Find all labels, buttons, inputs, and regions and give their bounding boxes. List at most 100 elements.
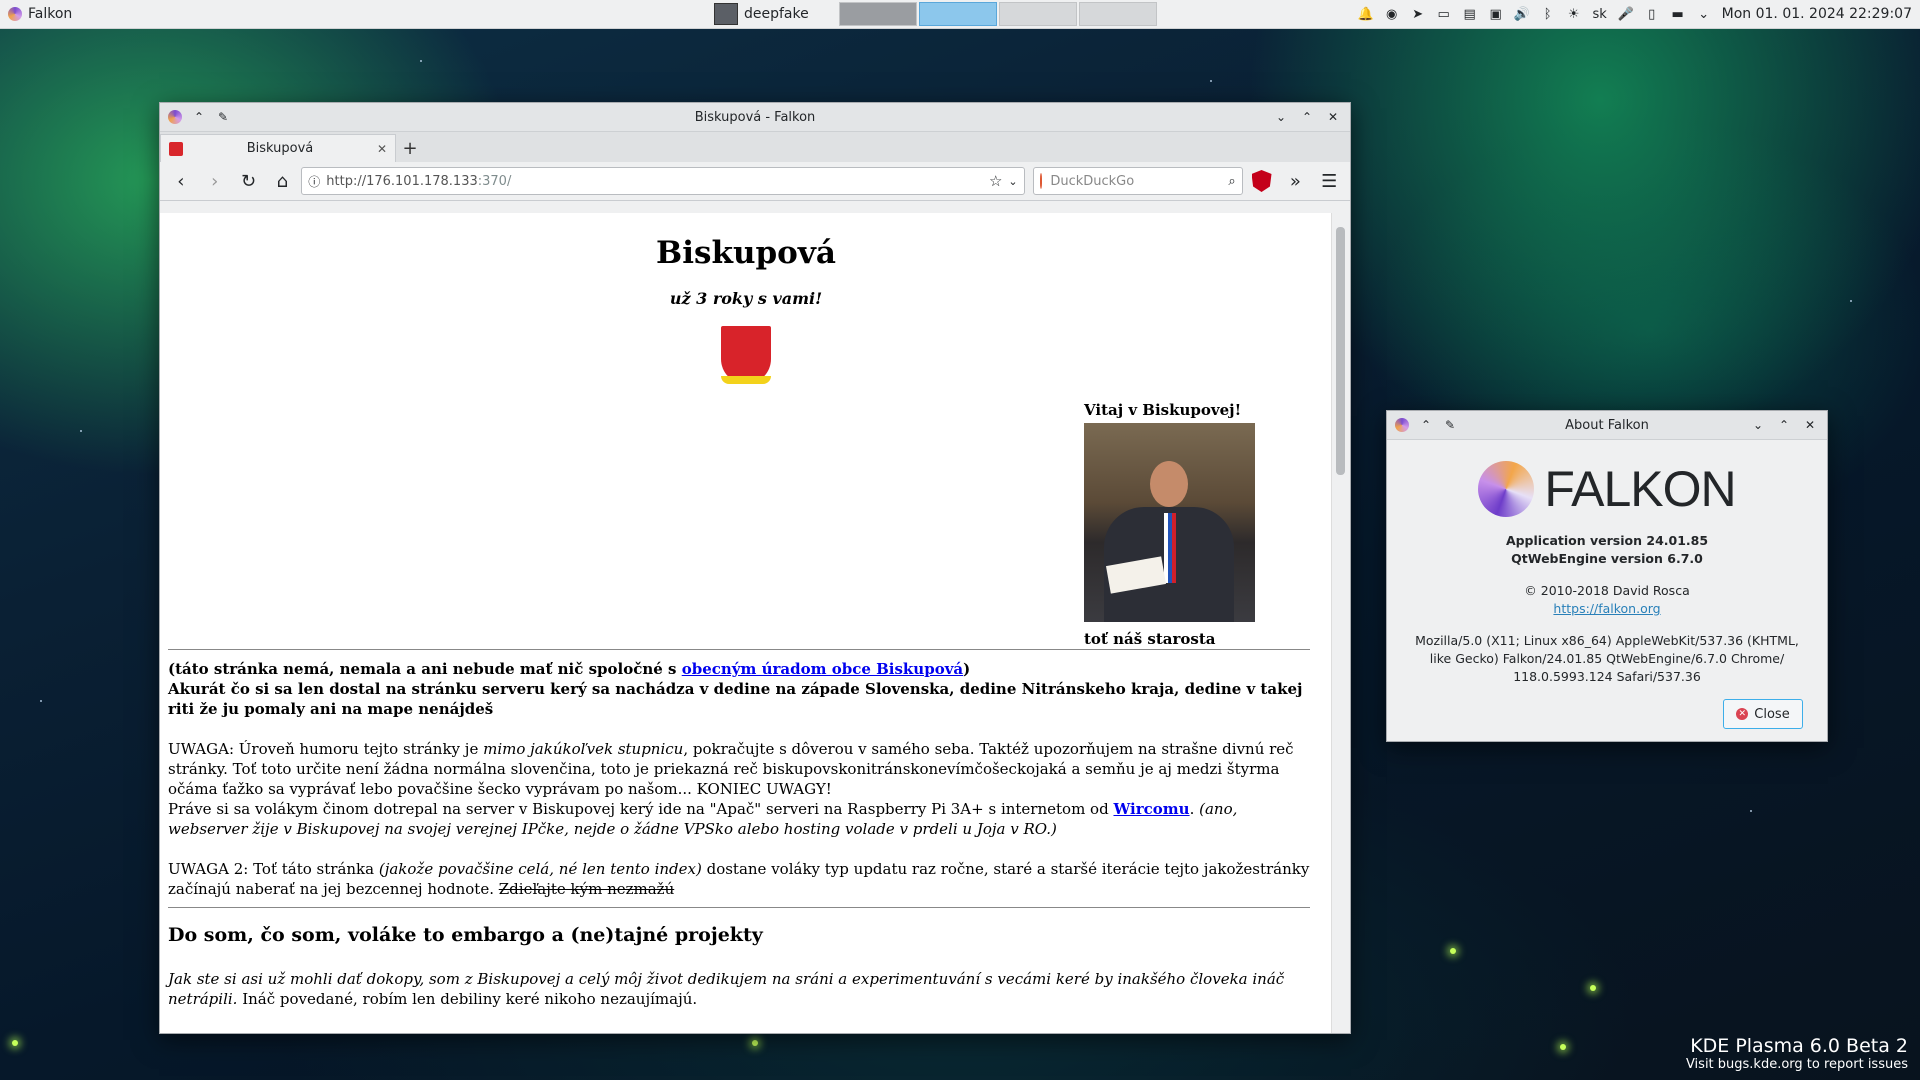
search-bar: ⌕ [1032,167,1243,195]
warning2-a: UWAGA 2: Toť táto stránka [168,860,379,878]
microphone-icon[interactable]: 🎤 [1618,6,1634,22]
section-heading: Do som, čo som, voláke to embargo a (ne)… [168,924,763,946]
toolbar-overflow-icon[interactable]: » [1280,166,1310,196]
welcome-heading: Vitaj v Biskupovej! [1084,401,1242,419]
pin-icon[interactable]: ✎ [1443,418,1457,432]
home-button[interactable]: ⌂ [267,166,297,196]
firefly [752,1040,758,1046]
mayor-box: Vitaj v Biskupovej! toť náš starosta [1084,401,1255,648]
warning-block: UWAGA: Úroveň humoru tejto stránky je mi… [168,739,1310,839]
volume-icon[interactable]: 🔊 [1514,6,1530,22]
warning2-block: UWAGA 2: Toť táto stránka (jakože povačš… [168,859,1310,899]
maximize-icon[interactable]: ⌃ [1777,418,1791,432]
minimize-icon[interactable]: ⌄ [1751,418,1765,432]
url-dropdown-icon[interactable]: ⌄ [1008,175,1017,188]
site-info-icon[interactable]: ⓘ [308,173,320,190]
new-tab-button[interactable]: + [396,134,424,162]
display-icon[interactable]: ▭ [1436,6,1452,22]
about-body: FALKON Application version 24.01.85 QtWe… [1387,440,1827,741]
tab-title: Biskupová [246,141,314,156]
bookmark-star-icon[interactable]: ☆ [989,172,1002,190]
close-icon[interactable]: ✕ [1326,110,1340,124]
firefly [1450,948,1456,954]
minimize-icon[interactable]: ⌄ [1274,110,1288,124]
virtual-desktop-pager [838,2,1157,26]
server-b: . [1189,800,1200,818]
desktop-3[interactable] [998,2,1077,26]
task-thumbnail-icon [714,3,738,25]
vertical-scrollbar[interactable] [1331,213,1350,1033]
game-controller-icon[interactable]: ◉ [1384,6,1400,22]
battery-icon[interactable]: ▬ [1670,6,1686,22]
mayor-photo [1084,423,1255,622]
telegram-icon[interactable]: ➤ [1410,6,1426,22]
falkon-icon [8,7,22,21]
scrollbar-thumb[interactable] [1336,227,1345,475]
desktop-1[interactable] [838,2,917,26]
close-label: Close [1754,706,1790,722]
duckduckgo-icon[interactable] [1039,173,1043,189]
wircom-link[interactable]: Wircomu [1113,800,1189,818]
user-agent: Mozilla/5.0 (X11; Linux x86_64) AppleWeb… [1415,633,1799,684]
desktop-4[interactable] [1078,2,1157,26]
divider [168,907,1310,908]
watermark-subtitle: Visit bugs.kde.org to report issues [1685,1057,1908,1072]
kde-connect-icon[interactable]: ▯ [1644,6,1660,22]
active-app[interactable]: Falkon [0,6,708,22]
divider [168,649,1310,650]
warning2-em: (jakože povačšine celá, né len tento ind… [378,860,702,878]
desktop-2[interactable] [918,2,997,26]
clipboard-icon[interactable]: ▤ [1462,6,1478,22]
back-button[interactable]: ‹ [166,166,196,196]
star [1750,810,1752,812]
search-icon[interactable]: ⌕ [1228,174,1235,189]
url-text[interactable]: http://176.101.178.133:370/ [326,174,983,189]
maximize-icon[interactable]: ⌃ [1300,110,1314,124]
mayor-caption: toť náš starosta [1084,630,1216,648]
section-text: Jak ste si asi už mohli dať dokopy, som … [168,969,1310,1009]
window-app-icon[interactable] [168,110,182,124]
browser-titlebar[interactable]: ⌃ ✎ Biskupová - Falkon ⌄ ⌃ ✕ [160,103,1350,132]
keyboard-layout[interactable]: sk [1592,6,1608,22]
search-input[interactable] [1048,172,1223,190]
reload-button[interactable]: ↻ [234,166,264,196]
ublock-icon[interactable] [1247,166,1277,196]
notifications-icon[interactable]: 🔔 [1358,6,1374,22]
window-title: Biskupová - Falkon [694,109,816,125]
tab-biskupova[interactable]: Biskupová ✕ [160,134,396,162]
section-text-rest: Ináč povedané, robím len debiliny keré n… [237,990,698,1008]
municipal-office-link[interactable]: obecným úradom obce Biskupová [682,660,963,678]
address-bar[interactable]: ⓘ http://176.101.178.133:370/ ☆ ⌄ [301,167,1025,195]
notice-line2: Akurát čo si sa len dostal na stránku se… [168,680,1303,718]
digital-clock[interactable]: Mon 01. 01. 2024 22:29:07 [1722,6,1912,22]
about-titlebar[interactable]: ⌃ ✎ About Falkon ⌄ ⌃ ✕ [1387,411,1827,440]
tab-bar: Biskupová ✕ + [160,132,1350,162]
star [40,700,42,702]
brightness-icon[interactable]: ☀ [1566,6,1582,22]
keep-above-icon[interactable]: ⌃ [192,110,206,124]
close-icon: ✕ [1736,708,1749,720]
falkon-logo-icon [1478,461,1535,517]
website-link[interactable]: https://falkon.org [1553,601,1660,616]
notice-prefix: (táto stránka nemá, nemala a ani nebude … [168,660,682,678]
main-menu-icon[interactable]: ☰ [1314,166,1344,196]
firefly [1590,985,1596,991]
tray-expand-icon[interactable]: ⌄ [1696,6,1712,22]
keep-above-icon[interactable]: ⌃ [1419,418,1433,432]
web-page: Biskupová už 3 roky s vami! Vitaj v Bisk… [160,213,1332,1033]
firefly [1560,1044,1566,1050]
pin-icon[interactable]: ✎ [216,110,230,124]
app-version: Application version 24.01.85 [1505,533,1709,548]
bluetooth-icon[interactable]: ᛒ [1540,6,1556,22]
system-tray: 🔔 ◉ ➤ ▭ ▤ ▣ 🔊 ᛒ ☀ sk 🎤 ▯ ▬ ⌄ Mon 01. 01.… [1358,6,1920,22]
disks-icon[interactable]: ▣ [1488,6,1504,22]
dialog-app-icon[interactable] [1395,418,1409,432]
close-icon[interactable]: ✕ [1803,418,1817,432]
task-deepfake[interactable]: deepfake [708,3,815,25]
forward-button[interactable]: › [200,166,230,196]
task-label: deepfake [744,6,809,22]
firefly [12,1040,18,1046]
tab-close-icon[interactable]: ✕ [377,142,387,156]
warning2-strike: Zdieľajte kým nezmažú [498,880,675,898]
close-button[interactable]: ✕ Close [1723,699,1803,729]
